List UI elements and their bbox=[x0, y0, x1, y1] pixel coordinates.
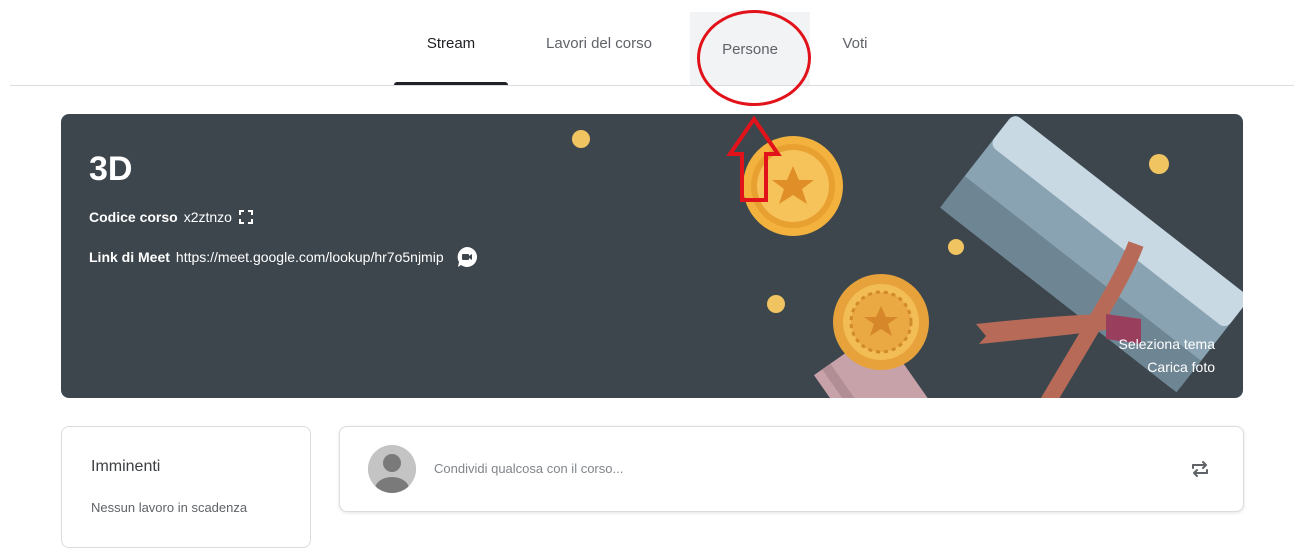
upcoming-empty-text: Nessun lavoro in scadenza bbox=[91, 500, 248, 515]
select-theme-link[interactable]: Seleziona tema bbox=[1118, 336, 1215, 352]
meet-link-label: Link di Meet bbox=[89, 249, 170, 265]
tab-lavori-label: Lavori del corso bbox=[546, 34, 652, 52]
share-placeholder: Condividi qualcosa con il corso... bbox=[434, 461, 624, 476]
upcoming-card: Imminenti Nessun lavoro in scadenza bbox=[61, 426, 311, 548]
tab-voti-label: Voti bbox=[842, 34, 868, 52]
upload-photo-link[interactable]: Carica foto bbox=[1147, 359, 1215, 375]
expand-icon[interactable] bbox=[238, 209, 254, 225]
course-banner: 3D Codice corso x2ztnzo Link di Meet htt… bbox=[61, 114, 1243, 398]
course-tab-bar: Stream Lavori del corso Persone Voti bbox=[0, 0, 1304, 86]
meet-link-row: Link di Meet https://meet.google.com/loo… bbox=[89, 246, 478, 268]
course-code-row: Codice corso x2ztnzo bbox=[89, 209, 254, 225]
meet-video-icon[interactable] bbox=[456, 246, 478, 268]
course-code-value: x2ztnzo bbox=[183, 209, 232, 225]
tab-stream-label: Stream bbox=[426, 34, 476, 52]
tab-voti[interactable]: Voti bbox=[822, 0, 888, 86]
meet-link-url[interactable]: https://meet.google.com/lookup/hr7o5njmi… bbox=[176, 249, 444, 265]
tab-bar-divider bbox=[10, 85, 1294, 86]
upcoming-title: Imminenti bbox=[91, 458, 161, 475]
tab-persone-label: Persone bbox=[722, 40, 778, 58]
course-title: 3D bbox=[89, 150, 133, 188]
tab-lavori-del-corso[interactable]: Lavori del corso bbox=[520, 0, 678, 86]
share-with-class-box[interactable]: Condividi qualcosa con il corso... bbox=[339, 426, 1244, 512]
course-code-label: Codice corso bbox=[89, 209, 178, 225]
repost-icon[interactable] bbox=[1188, 457, 1212, 481]
tab-stream[interactable]: Stream bbox=[394, 0, 508, 86]
tab-persone[interactable]: Persone bbox=[690, 12, 810, 86]
user-avatar-icon bbox=[368, 445, 416, 493]
